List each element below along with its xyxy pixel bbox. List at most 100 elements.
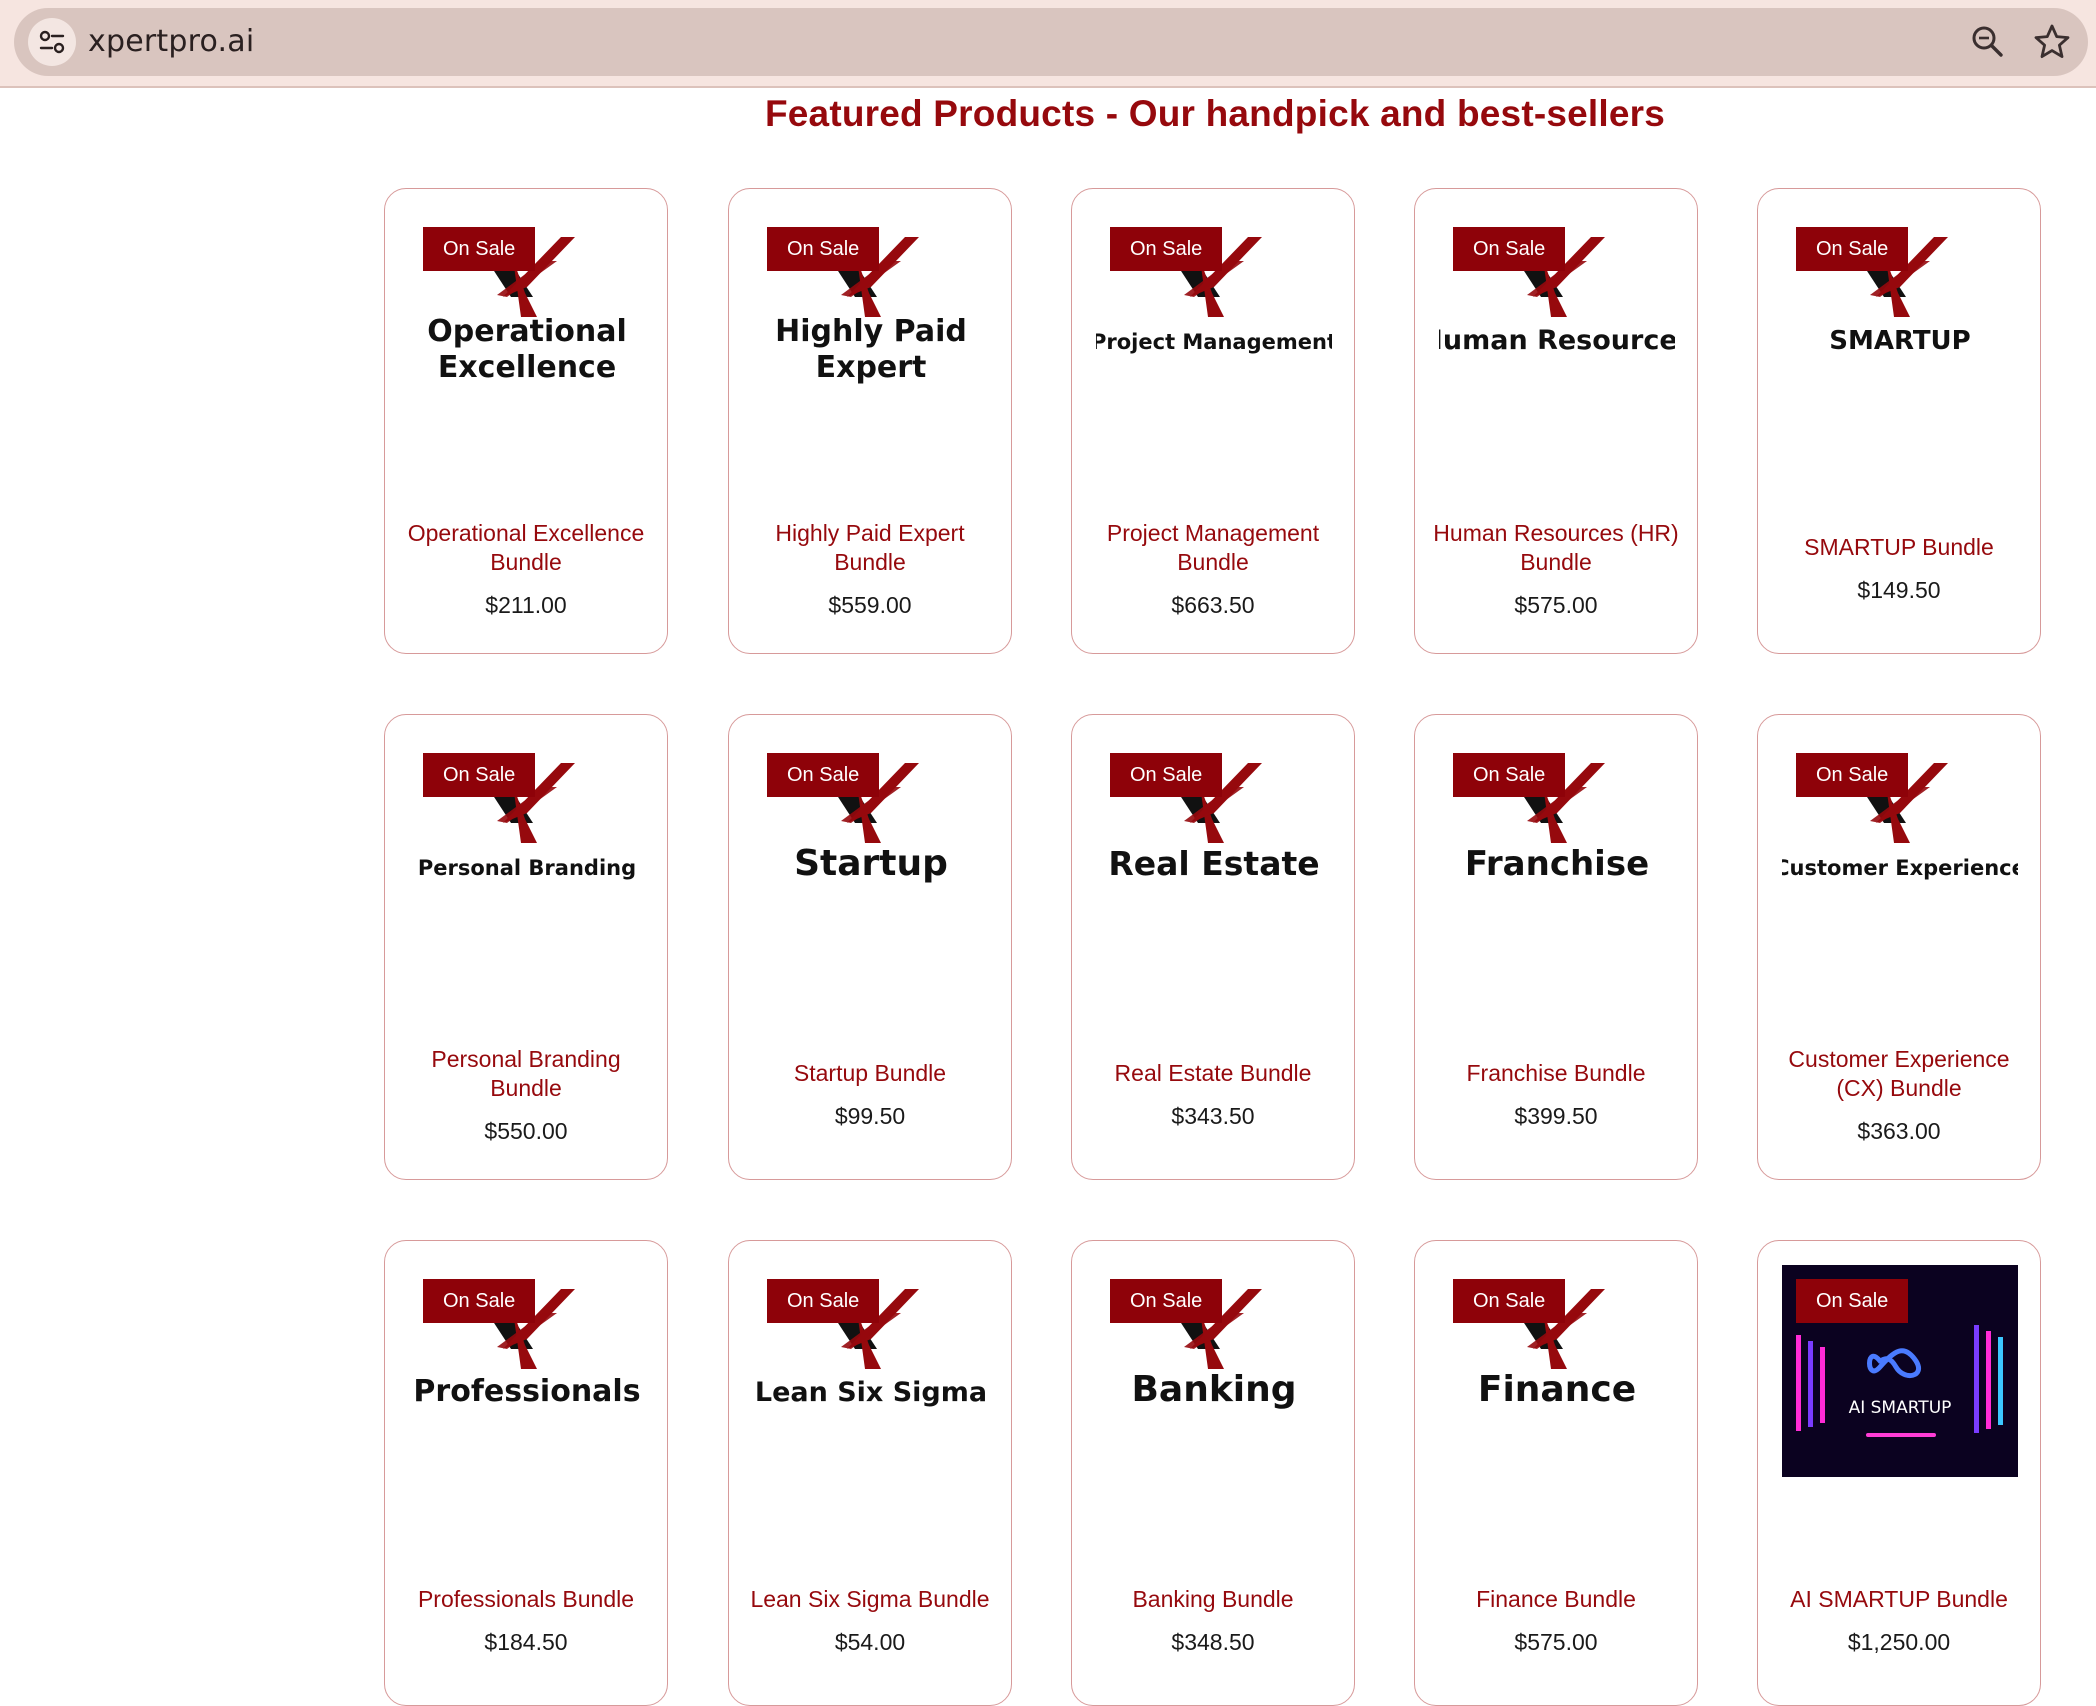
product-caption: Franchise Bundle $399.50 [1415, 1031, 1697, 1159]
product-caption: Professionals Bundle $184.50 [385, 1557, 667, 1685]
logo-text: Customer Experience [1782, 856, 2018, 880]
product-card[interactable]: SMARTUP On Sale SMARTUP Bundle $149.50 [1757, 188, 2041, 654]
product-title-link[interactable]: Professionals Bundle [404, 1585, 648, 1614]
logo-text: Operational [427, 314, 626, 349]
url-text[interactable]: xpertpro.ai [88, 24, 254, 59]
product-title-link[interactable]: Highly Paid Expert Bundle [729, 519, 1011, 577]
product-title-link[interactable]: Lean Six Sigma Bundle [736, 1585, 1003, 1614]
product-title-link[interactable]: Project Management Bundle [1072, 519, 1354, 577]
product-card[interactable]: Startup On Sale Startup Bundle $99.50 [728, 714, 1012, 1180]
on-sale-badge: On Sale [423, 1279, 536, 1323]
product-card[interactable]: Lean Six Sigma On Sale Lean Six Sigma Bund… [728, 1240, 1012, 1706]
product-caption: Highly Paid Expert Bundle $559.00 [729, 505, 1011, 633]
product-card[interactable]: Highly Paid Expert On Sale Highly Paid Expe… [728, 188, 1012, 654]
product-price: $1,250.00 [1847, 1629, 1951, 1655]
logo-text: Lean Six Sigma [755, 1377, 987, 1408]
product-caption: Finance Bundle $575.00 [1415, 1557, 1697, 1685]
product-title-link[interactable]: Human Resources (HR) Bundle [1415, 519, 1697, 577]
on-sale-badge: On Sale [1110, 753, 1223, 797]
address-bar[interactable]: xpertpro.ai [14, 8, 2088, 76]
logo-text: Startup [794, 843, 948, 884]
product-title-link[interactable]: AI SMARTUP Bundle [1776, 1585, 2022, 1614]
product-caption: Startup Bundle $99.50 [729, 1031, 1011, 1159]
logo-text: Personal Branding [418, 856, 636, 880]
product-card[interactable]: Project Management On Sale Project Managem… [1071, 188, 1355, 654]
logo-text: Franchise [1465, 844, 1649, 884]
product-price: $575.00 [1514, 1629, 1598, 1655]
product-card[interactable]: Personal Branding On Sale Personal Brandin… [384, 714, 668, 1180]
neon-bar [1974, 1325, 1979, 1433]
logo-text: Finance [1478, 1369, 1636, 1410]
product-price: $54.00 [834, 1629, 906, 1655]
on-sale-badge: On Sale [1453, 753, 1566, 797]
product-price: $550.00 [484, 1117, 568, 1144]
logo-text: SMARTUP [1829, 326, 1970, 356]
site-info-icon[interactable] [28, 18, 76, 66]
product-caption: Operational Excellence Bundle $211.00 [385, 505, 667, 633]
product-price: $363.00 [1857, 1117, 1941, 1144]
product-price: $575.00 [1514, 591, 1598, 618]
on-sale-badge: On Sale [423, 753, 536, 797]
product-title-link[interactable]: Finance Bundle [1462, 1585, 1650, 1614]
page-title: Featured Products - Our handpick and bes… [764, 93, 1666, 134]
neon-bar [1808, 1341, 1813, 1427]
product-price: $343.50 [1171, 1103, 1255, 1129]
product-title-link[interactable]: SMARTUP Bundle [1790, 533, 2008, 562]
on-sale-badge: On Sale [1796, 227, 1909, 271]
product-caption: AI SMARTUP Bundle $1,250.00 [1758, 1557, 2040, 1685]
neon-bar [1998, 1337, 2003, 1425]
logo-text: Human Resources [1439, 325, 1675, 356]
product-card[interactable]: Real Estate On Sale Real Estate Bundle $343… [1071, 714, 1355, 1180]
product-price: $184.50 [484, 1629, 568, 1655]
product-title-link[interactable]: Personal Branding Bundle [385, 1045, 667, 1103]
product-card[interactable]: Human Resources On Sale Human Resources (H… [1414, 188, 1698, 654]
product-caption: Human Resources (HR) Bundle $575.00 [1415, 505, 1697, 633]
product-card[interactable]: Banking On Sale Banking Bundle $348.50 [1071, 1240, 1355, 1706]
logo-text: Highly Paid [775, 314, 967, 349]
product-title-link[interactable]: Startup Bundle [780, 1059, 960, 1088]
logo-text: Expert [816, 350, 927, 385]
product-price: $663.50 [1171, 591, 1255, 618]
product-title-link[interactable]: Customer Experience (CX) Bundle [1758, 1045, 2040, 1103]
logo-text: AI SMARTUP [1849, 1398, 1952, 1418]
product-caption: Banking Bundle $348.50 [1072, 1557, 1354, 1685]
logo-text: Real Estate [1108, 844, 1319, 883]
on-sale-badge: On Sale [767, 1279, 880, 1323]
product-caption: Personal Branding Bundle $550.00 [385, 1031, 667, 1159]
product-title-link[interactable]: Banking Bundle [1118, 1585, 1307, 1614]
product-card[interactable]: Franchise On Sale Franchise Bundle $399.50 [1414, 714, 1698, 1180]
product-price: $348.50 [1171, 1629, 1255, 1655]
neon-bar [1796, 1335, 1801, 1431]
product-caption: Customer Experience (CX) Bundle $363.00 [1758, 1031, 2040, 1159]
product-caption: Lean Six Sigma Bundle $54.00 [729, 1557, 1011, 1685]
product-card[interactable]: Professionals On Sale Professionals Bundle… [384, 1240, 668, 1706]
product-card[interactable]: Customer Experience On Sale Customer Exper… [1757, 714, 2041, 1180]
product-price: $211.00 [485, 591, 567, 618]
product-price: $399.50 [1514, 1103, 1598, 1129]
product-price: $559.00 [828, 591, 912, 618]
product-card[interactable]: Finance On Sale Finance Bundle $575.00 [1414, 1240, 1698, 1706]
product-price: $149.50 [1857, 577, 1941, 603]
logo-text: Excellence [438, 350, 616, 385]
product-title-link[interactable]: Operational Excellence Bundle [385, 519, 667, 577]
neon-bar [1820, 1347, 1825, 1423]
bookmark-star-icon[interactable] [2032, 22, 2072, 62]
product-caption: Real Estate Bundle $343.50 [1072, 1031, 1354, 1159]
on-sale-badge: On Sale [1453, 227, 1566, 271]
on-sale-badge: On Sale [1110, 227, 1223, 271]
on-sale-badge: On Sale [1453, 1279, 1566, 1323]
neon-underline [1866, 1433, 1936, 1437]
zoom-icon[interactable] [1968, 22, 2008, 62]
on-sale-badge: On Sale [767, 753, 880, 797]
product-card[interactable]: AI SMARTUP On Sale AI SMARTUP Bundle $1,250… [1757, 1240, 2041, 1706]
on-sale-badge: On Sale [423, 227, 536, 271]
logo-text: Project Management [1096, 330, 1332, 354]
on-sale-badge: On Sale [1796, 1279, 1909, 1323]
logo-text: Banking [1131, 1369, 1296, 1410]
product-title-link[interactable]: Franchise Bundle [1453, 1059, 1660, 1088]
logo-text: Professionals [413, 1374, 640, 1409]
product-price: $99.50 [834, 1103, 906, 1129]
product-card[interactable]: Operational Excellence On Sale Operational … [384, 188, 668, 654]
on-sale-badge: On Sale [767, 227, 880, 271]
product-title-link[interactable]: Real Estate Bundle [1101, 1059, 1326, 1088]
